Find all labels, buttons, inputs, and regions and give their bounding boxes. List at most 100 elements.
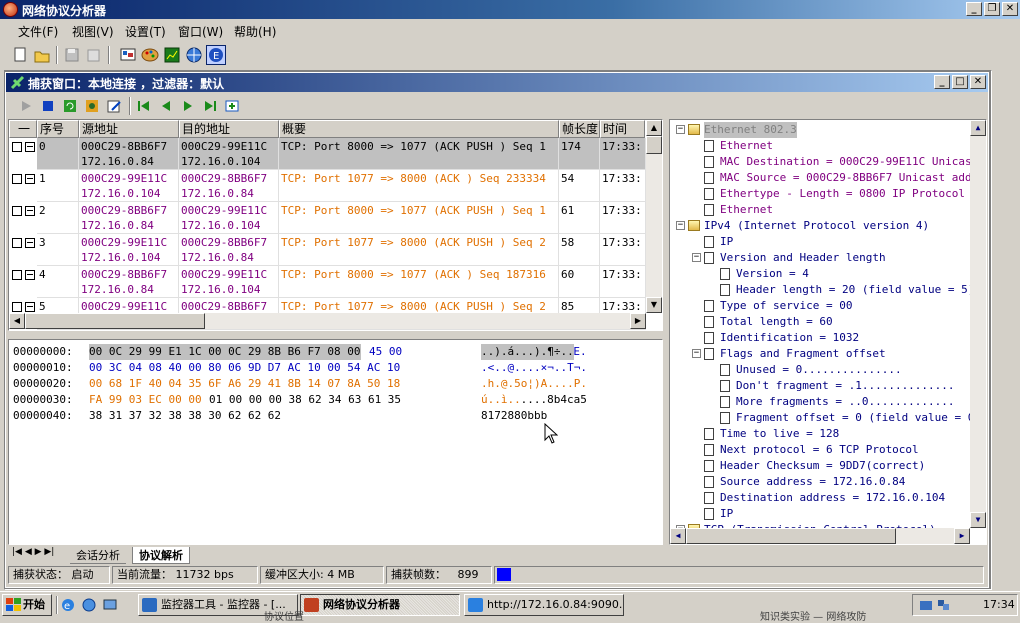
tree-node-field[interactable]: Time to live = 128 (720, 426, 839, 442)
tree-node-protocol[interactable]: Ethernet 802.3 (704, 122, 797, 138)
tree-node-field[interactable]: Identification = 1032 (720, 330, 859, 346)
child-close-button[interactable]: ✕ (970, 75, 986, 89)
open-folder-icon[interactable] (32, 45, 52, 65)
tree-node-field[interactable]: MAC Destination = 000C29-99E11C Unicast … (720, 154, 986, 170)
hex-view[interactable]: 00000000: 00 0C 29 99 E1 1C 00 0C 29 8B B… (8, 339, 663, 545)
network-icon[interactable] (184, 45, 204, 65)
taskbar-protocol-analyzer[interactable]: 网络协议分析器 (300, 594, 460, 616)
menu-file[interactable]: 文件(F) (18, 23, 58, 40)
tree-scroll-left-arrow-icon[interactable]: ◀ (670, 528, 686, 544)
tree-node-field[interactable]: Ethertype - Length = 0800 IP Protocol (720, 186, 965, 202)
table-row[interactable]: 3 000C29-99E11C 172.16.0.104 000C29-8BB6F7 1… (9, 234, 649, 266)
tab-protocol-parse[interactable]: 协议解析 (132, 547, 190, 564)
row-checkbox[interactable] (12, 302, 22, 312)
col-src-header[interactable]: 源地址 (79, 120, 179, 138)
tree-node-field[interactable]: Don't fragment = .1.............. (736, 378, 955, 394)
refresh-icon[interactable] (62, 98, 78, 114)
tree-node-field[interactable]: Next protocol = 6 TCP Protocol (720, 442, 919, 458)
settings-icon[interactable] (84, 98, 100, 114)
close-button[interactable]: ✕ (1002, 2, 1018, 16)
start-capture-icon[interactable] (18, 98, 34, 114)
scroll-right-arrow-icon[interactable]: ▶ (630, 313, 646, 329)
tree-node-field[interactable]: Fragment offset = 0 (field value = 0) (736, 410, 981, 426)
col-len-header[interactable]: 帧长度 (559, 120, 600, 138)
scroll-left-arrow-icon[interactable]: ◀ (9, 313, 25, 329)
row-collapse-icon[interactable] (25, 238, 35, 248)
adapter-icon[interactable] (118, 45, 138, 65)
row-checkbox[interactable] (12, 238, 22, 248)
tab-session-analysis[interactable]: 会话分析 (70, 547, 126, 564)
packet-list-vscroll[interactable]: ▲ ▼ (646, 120, 662, 313)
table-row[interactable]: 2 000C29-8BB6F7 172.16.0.84 000C29-99E11C 17… (9, 202, 649, 234)
packet-list-hscroll[interactable]: ◀ ▶ (9, 313, 646, 329)
tree-node-protocol[interactable]: IPv4 (Internet Protocol version 4) (704, 218, 929, 234)
tree-node-field[interactable]: Total length = 60 (720, 314, 833, 330)
app-title-bar[interactable]: 网络协议分析器 _ ❐ ✕ (0, 0, 1020, 19)
capture-window-title-bar[interactable]: 捕获窗口：本地连接 ，过滤器：默认 _ □ ✕ (6, 73, 988, 92)
row-checkbox[interactable] (12, 174, 22, 184)
prev-packet-icon[interactable] (158, 98, 174, 114)
tree-node-field[interactable]: IP (720, 234, 733, 250)
restore-button[interactable]: ❐ (984, 2, 1000, 16)
protocol-icon[interactable]: E (206, 45, 226, 65)
tree-node-field[interactable]: More fragments = ..0............. (736, 394, 955, 410)
tree-node-field[interactable]: Type of service = 00 (720, 298, 852, 314)
row-collapse-icon[interactable] (25, 270, 35, 280)
row-checkbox[interactable] (12, 142, 22, 152)
new-file-icon[interactable] (10, 45, 30, 65)
menu-window[interactable]: 窗口(W) (178, 23, 223, 40)
col-check-header[interactable]: 一 (9, 120, 37, 138)
tab-nav-arrows-icon[interactable]: |◀ ◀ ▶ ▶| (12, 547, 54, 557)
row-checkbox[interactable] (12, 270, 22, 280)
goto-packet-icon[interactable] (224, 98, 240, 114)
network-tray-icon[interactable] (919, 598, 933, 612)
col-summary-header[interactable]: 概要 (279, 120, 559, 138)
browser-quicklaunch-icon[interactable] (81, 597, 97, 613)
scroll-up-arrow-icon[interactable]: ▲ (646, 120, 662, 136)
tree-node-field[interactable]: Version and Header length (720, 250, 886, 266)
protocol-tree[interactable]: − Ethernet 802.3 Ethernet MAC Destination =… (669, 119, 987, 545)
child-minimize-button[interactable]: _ (934, 75, 950, 89)
menu-help[interactable]: 帮助(H) (234, 23, 276, 40)
row-collapse-icon[interactable] (25, 142, 35, 152)
connection-tray-icon[interactable] (937, 598, 951, 612)
table-row[interactable]: 1 000C29-99E11C 172.16.0.104 000C29-8BB6F7 1… (9, 170, 649, 202)
menu-settings[interactable]: 设置(T) (125, 23, 166, 40)
next-packet-icon[interactable] (180, 98, 196, 114)
palette-icon[interactable] (140, 45, 160, 65)
tree-collapse-icon[interactable]: − (692, 349, 701, 358)
tree-vscroll[interactable]: ▲ ▼ (970, 120, 986, 528)
hscroll-thumb[interactable] (25, 313, 205, 329)
save-icon[interactable] (62, 45, 82, 65)
tree-node-field[interactable]: Destination address = 172.16.0.104 (720, 490, 945, 506)
scroll-down-arrow-icon[interactable]: ▼ (646, 297, 662, 313)
row-collapse-icon[interactable] (25, 302, 35, 312)
child-maximize-button[interactable]: □ (952, 75, 968, 89)
tree-node-field[interactable]: Header Checksum = 9DD7(correct) (720, 458, 925, 474)
export-icon[interactable] (84, 45, 104, 65)
chart-icon[interactable] (162, 45, 182, 65)
tree-collapse-icon[interactable]: − (676, 125, 685, 134)
edit-filter-icon[interactable] (106, 98, 122, 114)
minimize-button[interactable]: _ (966, 2, 982, 16)
row-collapse-icon[interactable] (25, 206, 35, 216)
table-row[interactable]: 4 000C29-8BB6F7 172.16.0.84 000C29-99E11C 17… (9, 266, 649, 298)
tree-node-field[interactable]: MAC Source = 000C29-8BB6F7 Unicast addre… (720, 170, 986, 186)
tree-node-field[interactable]: Ethernet (720, 202, 773, 218)
table-row[interactable]: 0 000C29-8BB6F7 172.16.0.84 000C29-99E11C 17… (9, 138, 649, 170)
col-no-header[interactable]: 序号 (37, 120, 79, 138)
col-dst-header[interactable]: 目的地址 (179, 120, 279, 138)
col-time-header[interactable]: 时间 (600, 120, 645, 138)
tree-node-field[interactable]: Header length = 20 (field value = 5) (736, 282, 974, 298)
last-packet-icon[interactable] (202, 98, 218, 114)
tree-scroll-up-arrow-icon[interactable]: ▲ (970, 120, 986, 136)
tree-node-field[interactable]: Source address = 172.16.0.84 (720, 474, 905, 490)
tree-collapse-icon[interactable]: − (692, 253, 701, 262)
vscroll-thumb[interactable] (646, 136, 662, 154)
ie-quicklaunch-icon[interactable]: e (60, 597, 76, 613)
row-checkbox[interactable] (12, 206, 22, 216)
tree-node-field[interactable]: Unused = 0............... (736, 362, 902, 378)
tree-node-field[interactable]: Version = 4 (736, 266, 809, 282)
tree-hscroll-thumb[interactable] (686, 528, 896, 544)
menu-view[interactable]: 视图(V) (72, 23, 114, 40)
